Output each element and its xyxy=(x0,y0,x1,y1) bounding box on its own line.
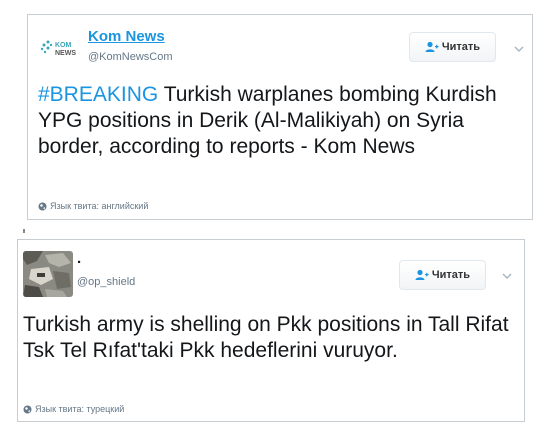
divider-mark xyxy=(23,229,25,233)
tweet-card: KOM NEWS Kom News @KomNewsCom Читать #BR… xyxy=(27,14,533,220)
handle[interactable]: @KomNewsCom xyxy=(88,51,173,63)
tweet-text: Turkish army is shelling on Pkk position… xyxy=(23,312,519,364)
handle[interactable]: @op_shield xyxy=(77,276,135,288)
globe-icon xyxy=(38,202,47,211)
tweet-card: . @op_shield Читать Turkish army is shel… xyxy=(17,239,525,422)
tweet-text: #BREAKING Turkish warplanes bombing Kurd… xyxy=(38,82,528,160)
globe-icon xyxy=(23,405,32,414)
tweet-line: Turkish army is shelling on Pkk position… xyxy=(23,313,509,336)
follow-button[interactable]: Читать xyxy=(399,260,486,290)
svg-text:NEWS: NEWS xyxy=(55,50,76,57)
language-label: Язык твита: турецкий xyxy=(35,404,125,414)
add-user-icon xyxy=(415,269,429,281)
chevron-down-icon[interactable] xyxy=(512,41,526,53)
kom-news-logo[interactable]: KOM NEWS xyxy=(39,36,77,60)
tweet-language: Язык твита: английский xyxy=(38,201,148,211)
follow-label: Читать xyxy=(441,41,481,53)
display-name[interactable]: . xyxy=(77,250,81,267)
tweet-line: Tsk Tel Rıfat'taki Pkk hedeflerini vuruy… xyxy=(23,339,398,362)
svg-text:KOM: KOM xyxy=(55,42,72,49)
language-label: Язык твита: английский xyxy=(50,201,149,211)
tweet-language: Язык твита: турецкий xyxy=(23,404,124,414)
avatar[interactable] xyxy=(23,251,73,297)
hashtag-link[interactable]: #BREAKING xyxy=(38,83,158,106)
follow-label: Читать xyxy=(431,269,471,281)
chevron-down-icon[interactable] xyxy=(500,268,514,280)
add-user-icon xyxy=(425,41,439,53)
display-name[interactable]: Kom News xyxy=(88,28,165,45)
follow-button[interactable]: Читать xyxy=(409,32,496,62)
